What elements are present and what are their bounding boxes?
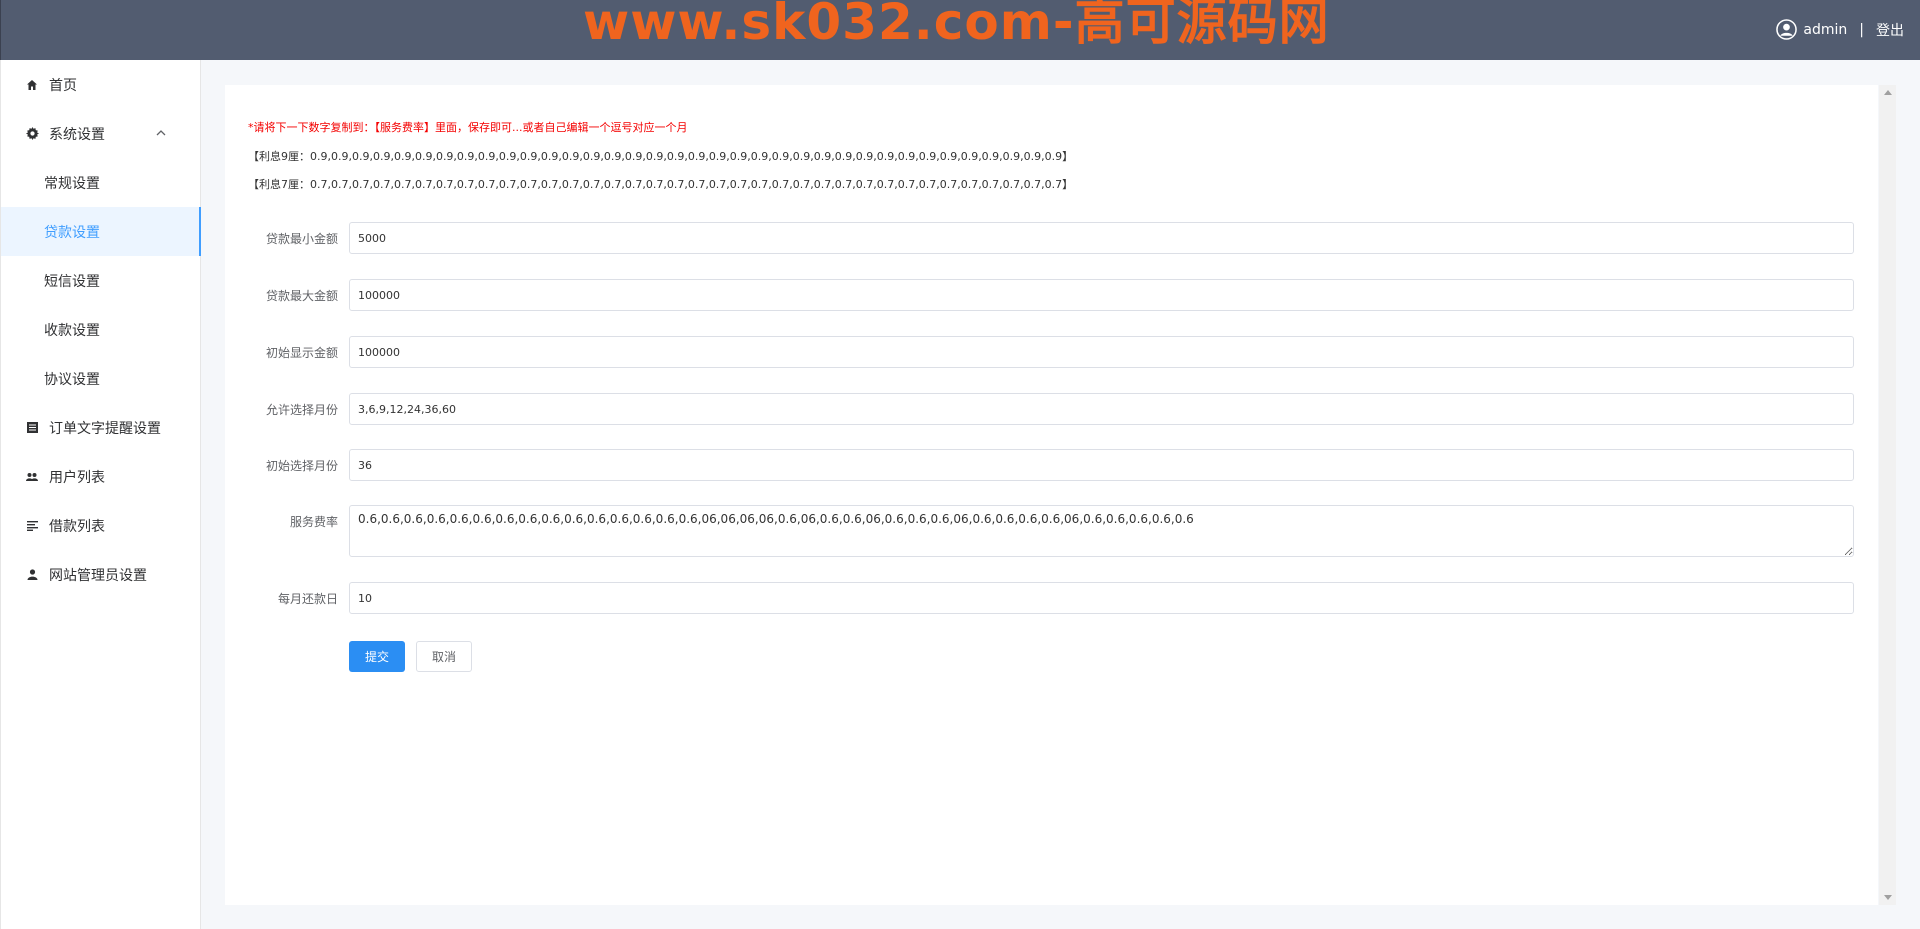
- username-label[interactable]: admin: [1803, 22, 1847, 38]
- list-icon: [25, 421, 39, 435]
- sidebar-item-label: 短信设置: [44, 273, 100, 290]
- lines-icon: [25, 519, 39, 533]
- initial-amount-input[interactable]: [349, 336, 1854, 368]
- gear-icon: [25, 127, 39, 141]
- logout-link[interactable]: 登出: [1876, 20, 1904, 40]
- sidebar-item-general-settings[interactable]: 常规设置: [1, 158, 201, 207]
- avatar-icon: [1776, 19, 1798, 40]
- sidebar-item-user-list[interactable]: 用户列表: [1, 452, 201, 501]
- sidebar-item-sms-settings[interactable]: 短信设置: [1, 256, 201, 305]
- content-card: [225, 85, 1878, 905]
- max-amount-input[interactable]: [349, 279, 1854, 311]
- submit-button[interactable]: 提交: [349, 641, 405, 672]
- sidebar-item-label: 首页: [49, 77, 77, 94]
- home-icon: [25, 78, 39, 92]
- sidebar-item-label: 协议设置: [44, 371, 100, 388]
- allowed-months-input[interactable]: [349, 393, 1854, 425]
- users-icon: [25, 470, 39, 484]
- sidebar: 首页 系统设置 常规设置 贷款设置 短信设置 收款设置 协议设置 订单文字提醒设…: [0, 60, 201, 929]
- min-amount-label: 贷款最小金额: [265, 232, 338, 246]
- allowed-months-label: 允许选择月份: [265, 403, 338, 417]
- scroll-down-arrow-icon[interactable]: [1884, 895, 1892, 900]
- sidebar-item-order-reminder[interactable]: 订单文字提醒设置: [1, 403, 201, 452]
- scroll-up-arrow-icon[interactable]: [1884, 90, 1892, 95]
- sidebar-item-label: 借款列表: [49, 518, 105, 535]
- repay-day-input[interactable]: [349, 582, 1854, 614]
- sidebar-item-admin-settings[interactable]: 网站管理员设置: [1, 550, 201, 599]
- repay-day-label: 每月还款日: [277, 592, 338, 606]
- sidebar-item-label: 订单文字提醒设置: [49, 420, 161, 437]
- initial-month-label: 初始选择月份: [265, 459, 338, 473]
- sidebar-item-label: 常规设置: [44, 175, 100, 192]
- max-amount-label: 贷款最大金额: [265, 289, 338, 303]
- vertical-scrollbar[interactable]: [1879, 85, 1896, 905]
- sidebar-item-system-settings[interactable]: 系统设置: [1, 109, 201, 158]
- initial-amount-label: 初始显示金额: [265, 346, 338, 360]
- sidebar-item-agreement-settings[interactable]: 协议设置: [1, 354, 201, 403]
- initial-month-input[interactable]: [349, 449, 1854, 481]
- sidebar-item-label: 网站管理员设置: [49, 567, 147, 584]
- user-area: admin | 登出: [1776, 19, 1904, 40]
- sidebar-item-loan-settings[interactable]: 贷款设置: [1, 207, 201, 256]
- service-rate-label: 服务费率: [289, 515, 338, 529]
- cancel-button[interactable]: 取消: [416, 641, 472, 672]
- user-icon: [25, 568, 39, 582]
- copy-notice: *请将下一下数字复制到：【服务费率】里面，保存即可...或者自己编辑一个逗号对应…: [248, 121, 688, 134]
- rate-9-line: 【利息9厘：0.9,0.9,0.9,0.9,0.9,0.9,0.9,0.9,0.…: [248, 150, 1074, 163]
- top-header: www.sk032.com-高可源码网 admin | 登出: [0, 0, 1920, 60]
- sidebar-item-label: 贷款设置: [44, 224, 100, 241]
- user-separator: |: [1859, 21, 1864, 38]
- sidebar-item-label: 系统设置: [49, 126, 105, 143]
- sidebar-item-loan-list[interactable]: 借款列表: [1, 501, 201, 550]
- chevron-up-icon: [156, 130, 166, 136]
- sidebar-item-home[interactable]: 首页: [1, 60, 201, 109]
- sidebar-item-label: 收款设置: [44, 322, 100, 339]
- min-amount-input[interactable]: [349, 222, 1854, 254]
- sidebar-item-payment-settings[interactable]: 收款设置: [1, 305, 201, 354]
- watermark-banner: www.sk032.com-高可源码网: [583, 0, 1330, 51]
- rate-7-line: 【利息7厘：0.7,0.7,0.7,0.7,0.7,0.7,0.7,0.7,0.…: [248, 178, 1074, 191]
- sidebar-item-label: 用户列表: [49, 469, 105, 486]
- service-rate-textarea[interactable]: 0.6,0.6,0.6,0.6,0.6,0.6,0.6,0.6,0.6,0.6,…: [349, 505, 1854, 557]
